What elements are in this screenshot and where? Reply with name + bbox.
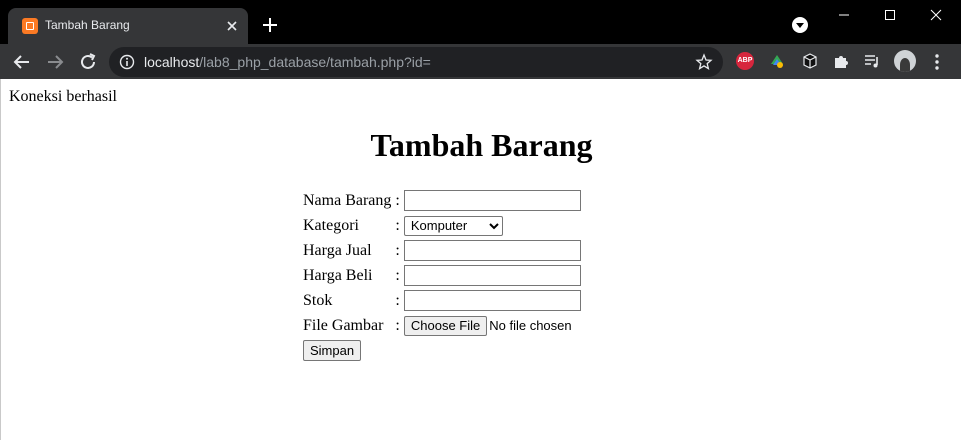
close-tab-icon[interactable] bbox=[222, 16, 242, 36]
maximize-window-icon[interactable] bbox=[867, 0, 913, 30]
url-host: localhost bbox=[144, 54, 200, 70]
profile-avatar[interactable] bbox=[894, 50, 916, 72]
connection-status-text: Koneksi berhasil bbox=[9, 88, 117, 105]
extension-icon[interactable] bbox=[768, 52, 786, 70]
field-separator: : bbox=[395, 266, 400, 284]
browser-title-bar: Tambah Barang bbox=[0, 0, 961, 44]
url-path: /lab8_php_database/tambah.php?id= bbox=[199, 54, 431, 70]
field-separator: : bbox=[395, 316, 400, 334]
site-info-icon[interactable] bbox=[119, 54, 135, 70]
kategori-select[interactable]: Komputer bbox=[403, 215, 503, 236]
close-window-icon[interactable] bbox=[913, 0, 959, 30]
form-row-harga-beli: Harga Beli : bbox=[302, 264, 582, 287]
browser-toolbar: localhost/lab8_php_database/tambah.php?i… bbox=[0, 44, 961, 79]
cube-icon[interactable] bbox=[801, 52, 819, 70]
forward-arrow-icon[interactable] bbox=[44, 51, 66, 73]
field-separator: : bbox=[395, 216, 400, 234]
form-row-kategori: Kategori : Komputer bbox=[302, 214, 582, 237]
media-control-icon[interactable] bbox=[863, 52, 881, 70]
back-arrow-icon[interactable] bbox=[11, 51, 33, 73]
file-status-text: No file chosen bbox=[489, 318, 572, 333]
form-row-harga-jual: Harga Jual : bbox=[302, 239, 582, 262]
address-bar[interactable]: localhost/lab8_php_database/tambah.php?i… bbox=[109, 47, 723, 77]
field-separator: : bbox=[395, 291, 400, 309]
reload-icon[interactable] bbox=[77, 51, 99, 73]
nama-barang-input[interactable] bbox=[403, 190, 581, 211]
choose-file-button[interactable]: Choose File bbox=[403, 315, 488, 336]
xampp-favicon-icon bbox=[22, 18, 38, 34]
stok-input[interactable] bbox=[403, 290, 581, 311]
page-content: Koneksi berhasil Tambah Barang Nama Bara… bbox=[0, 79, 961, 440]
bookmark-star-icon[interactable] bbox=[695, 53, 713, 71]
harga-beli-input[interactable] bbox=[403, 265, 581, 286]
field-label: Harga Jual bbox=[303, 241, 372, 259]
field-separator: : bbox=[395, 191, 400, 209]
field-label: Nama Barang bbox=[303, 191, 392, 209]
simpan-button[interactable]: Simpan bbox=[303, 340, 362, 361]
field-label: Stok bbox=[303, 291, 333, 309]
harga-jual-input[interactable] bbox=[403, 240, 581, 261]
field-separator: : bbox=[395, 241, 400, 259]
minimize-window-icon[interactable] bbox=[821, 0, 867, 30]
page-title: Tambah Barang bbox=[370, 127, 593, 163]
tab-title: Tambah Barang bbox=[45, 18, 130, 32]
tab-search-dropdown-icon[interactable] bbox=[792, 17, 808, 33]
field-label: Harga Beli bbox=[303, 266, 373, 284]
field-label: File Gambar bbox=[303, 316, 384, 334]
form-row-nama-barang: Nama Barang : bbox=[302, 189, 582, 212]
field-label: Kategori bbox=[303, 216, 359, 234]
url-text[interactable]: localhost/lab8_php_database/tambah.php?i… bbox=[144, 54, 431, 70]
new-tab-icon[interactable] bbox=[260, 15, 280, 35]
form-row-submit: Simpan bbox=[302, 339, 582, 362]
form-row-stok: Stok : bbox=[302, 289, 582, 312]
form-row-file-gambar: File Gambar : Choose File No file chosen bbox=[302, 314, 582, 337]
more-menu-icon[interactable] bbox=[930, 53, 944, 71]
adblock-plus-icon[interactable]: ABP bbox=[736, 52, 754, 70]
puzzle-icon[interactable] bbox=[832, 52, 850, 70]
browser-tab[interactable]: Tambah Barang bbox=[8, 8, 248, 44]
form-table: Nama Barang : Kategori : Komputer Harga … bbox=[300, 187, 584, 364]
